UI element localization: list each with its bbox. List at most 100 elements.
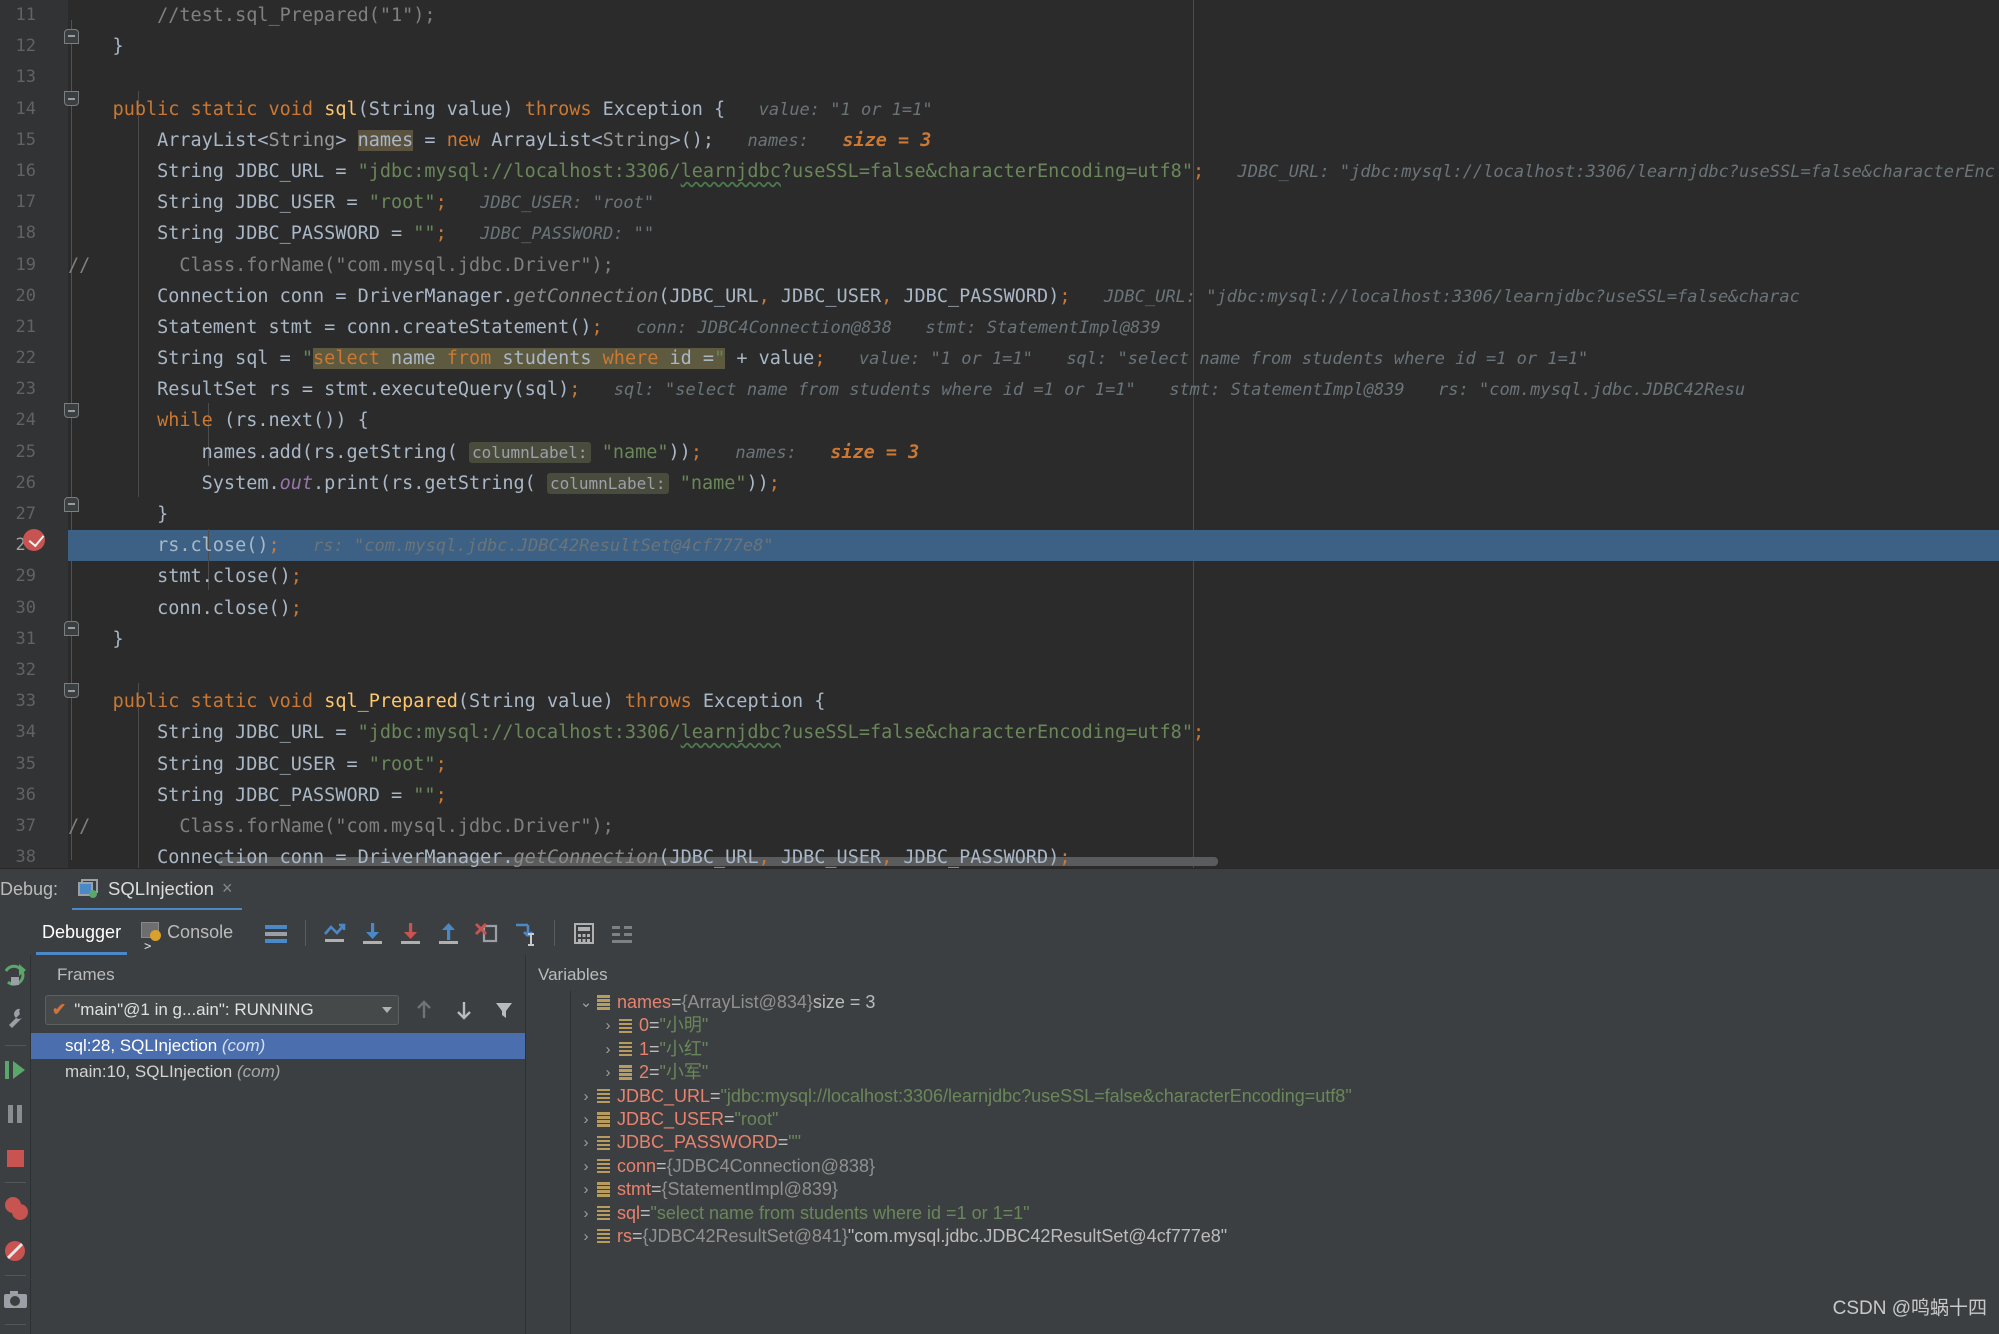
- variable-row[interactable]: › 0 = "小明": [571, 1014, 1999, 1037]
- variable-row[interactable]: › 2 = "小军": [571, 1061, 1999, 1084]
- code-line[interactable]: String sql = "select name from students …: [68, 343, 1999, 374]
- code-text-area[interactable]: //test.sql_Prepared("1"); } public stati…: [68, 0, 1999, 868]
- line-number: 38: [15, 847, 36, 868]
- editor-gutter[interactable]: 1112131415161718192021222324252627282930…: [0, 0, 79, 868]
- variable-row[interactable]: › sql = "select name from students where …: [571, 1202, 1999, 1225]
- code-line[interactable]: [68, 62, 1999, 93]
- resume-program-icon[interactable]: [0, 1048, 31, 1092]
- show-execution-point-icon[interactable]: [316, 914, 354, 952]
- code-line[interactable]: ResultSet rs = stmt.executeQuery(sql); s…: [68, 374, 1999, 405]
- filter-icon[interactable]: [489, 995, 519, 1025]
- step-over-icon[interactable]: [354, 914, 392, 952]
- line-number: 24: [15, 410, 36, 431]
- code-line[interactable]: public static void sql(String value) thr…: [68, 94, 1999, 125]
- stop-icon[interactable]: [0, 1136, 31, 1180]
- rail-separator: [5, 1182, 26, 1183]
- evaluate-expression-icon[interactable]: [565, 914, 603, 952]
- code-line[interactable]: [68, 655, 1999, 686]
- variable-value: "root": [734, 1108, 779, 1129]
- run-to-cursor-icon[interactable]: [506, 914, 544, 952]
- breakpoint-verified-icon[interactable]: [23, 529, 45, 551]
- step-into-icon[interactable]: [392, 914, 430, 952]
- code-line[interactable]: System.out.print(rs.getString( columnLab…: [68, 468, 1999, 499]
- debug-left-rail[interactable]: >>: [0, 955, 31, 1334]
- debugger-toolbar[interactable]: Debugger > Console: [0, 910, 1999, 955]
- tab-debugger[interactable]: Debugger: [32, 910, 131, 955]
- code-line[interactable]: public static void sql_Prepared(String v…: [68, 686, 1999, 717]
- drop-frame-icon[interactable]: [468, 914, 506, 952]
- tab-console[interactable]: > Console: [131, 910, 243, 955]
- chevron-down-icon[interactable]: [382, 1007, 392, 1013]
- code-line[interactable]: // Class.forName("com.mysql.jdbc.Driver"…: [68, 811, 1999, 842]
- variable-row[interactable]: › rs = {JDBC42ResultSet@841} "com.mysql.j…: [571, 1225, 1999, 1248]
- code-line[interactable]: String JDBC_USER = "root"; JDBC_USER: "r…: [68, 187, 1999, 218]
- equals-sign: =: [632, 1225, 643, 1246]
- frame-item[interactable]: main:10, SQLInjection (com): [31, 1059, 525, 1085]
- mute-breakpoints-icon[interactable]: [0, 1229, 31, 1273]
- chevron-right-icon[interactable]: ›: [597, 1038, 619, 1061]
- frame-up-icon[interactable]: [409, 995, 439, 1025]
- thread-selector-row[interactable]: ✔ "main"@1 in g...ain": RUNNING: [31, 993, 525, 1027]
- field-icon: [619, 1018, 632, 1034]
- view-breakpoints-icon[interactable]: [0, 1185, 31, 1229]
- pause-program-icon[interactable]: [0, 1092, 31, 1136]
- code-line[interactable]: }: [68, 499, 1999, 530]
- step-out-icon[interactable]: [430, 914, 468, 952]
- code-line[interactable]: ArrayList<String> names = new ArrayList<…: [68, 125, 1999, 156]
- code-line-current[interactable]: rs.close(); rs: "com.mysql.jdbc.JDBC42Re…: [68, 530, 1999, 562]
- code-line[interactable]: String JDBC_URL = "jdbc:mysql://localhos…: [68, 156, 1999, 187]
- code-line[interactable]: names.add(rs.getString( columnLabel: "na…: [68, 437, 1999, 468]
- chevron-right-icon[interactable]: ›: [575, 1202, 597, 1225]
- code-line[interactable]: Connection conn = DriverManager.getConne…: [68, 281, 1999, 312]
- line-numbers: 1112131415161718192021222324252627282930…: [0, 0, 40, 868]
- variable-row[interactable]: › 1 = "小红": [571, 1038, 1999, 1061]
- rerun-icon[interactable]: [0, 955, 31, 999]
- code-line[interactable]: }: [68, 624, 1999, 655]
- chevron-right-icon[interactable]: ›: [575, 1108, 597, 1131]
- layout-settings-icon[interactable]: [257, 914, 295, 952]
- debug-session-icon: [78, 878, 100, 899]
- close-icon[interactable]: ×: [222, 878, 233, 899]
- code-line[interactable]: String JDBC_URL = "jdbc:mysql://localhos…: [68, 717, 1999, 748]
- code-line[interactable]: Statement stmt = conn.createStatement();…: [68, 312, 1999, 343]
- code-lines[interactable]: //test.sql_Prepared("1"); } public stati…: [68, 0, 1999, 868]
- variables-tree[interactable]: ⌄ names = {ArrayList@834} size = 3 › 0 = "小…: [570, 991, 1999, 1334]
- code-editor[interactable]: 1112131415161718192021222324252627282930…: [0, 0, 1999, 868]
- code-line[interactable]: String JDBC_USER = "root";: [68, 749, 1999, 780]
- code-line[interactable]: stmt.close();: [68, 561, 1999, 592]
- chevron-right-icon[interactable]: ›: [575, 1178, 597, 1201]
- chevron-right-icon[interactable]: ›: [597, 1061, 619, 1084]
- chevron-down-icon[interactable]: ⌄: [575, 991, 597, 1014]
- settings-gear-icon[interactable]: [0, 1327, 31, 1334]
- code-line[interactable]: //test.sql_Prepared("1");: [68, 0, 1999, 31]
- code-line[interactable]: // Class.forName("com.mysql.jdbc.Driver"…: [68, 250, 1999, 281]
- code-line[interactable]: while (rs.next()) {: [68, 405, 1999, 436]
- frame-down-icon[interactable]: [449, 995, 479, 1025]
- settings-icon[interactable]: [603, 914, 641, 952]
- code-line[interactable]: String JDBC_PASSWORD = ""; JDBC_PASSWORD…: [68, 218, 1999, 249]
- variable-row[interactable]: › JDBC_USER = "root": [571, 1108, 1999, 1131]
- chevron-right-icon[interactable]: ›: [575, 1155, 597, 1178]
- variable-row[interactable]: › JDBC_PASSWORD = "": [571, 1131, 1999, 1154]
- variable-row[interactable]: › JDBC_URL = "jdbc:mysql://localhost:3306…: [571, 1085, 1999, 1108]
- line-number: 29: [15, 566, 36, 587]
- chevron-right-icon[interactable]: ›: [597, 1014, 619, 1037]
- debug-session-tab[interactable]: SQLInjection ×: [72, 869, 243, 911]
- chevron-right-icon[interactable]: ›: [575, 1225, 597, 1248]
- frame-item[interactable]: sql:28, SQLInjection (com): [31, 1033, 525, 1059]
- code-line[interactable]: conn.close();: [68, 593, 1999, 624]
- variable-row[interactable]: ⌄ names = {ArrayList@834} size = 3: [571, 991, 1999, 1014]
- camera-icon[interactable]: [0, 1278, 31, 1322]
- field-icon: [619, 1041, 632, 1057]
- chevron-right-icon[interactable]: ›: [575, 1131, 597, 1154]
- code-line[interactable]: String JDBC_PASSWORD = "";: [68, 780, 1999, 811]
- code-line[interactable]: Connection conn = DriverManager.getConne…: [68, 842, 1999, 868]
- edit-configuration-icon[interactable]: [0, 999, 31, 1043]
- thread-dropdown[interactable]: ✔ "main"@1 in g...ain": RUNNING: [45, 995, 399, 1025]
- chevron-right-icon[interactable]: ›: [575, 1085, 597, 1108]
- code-line[interactable]: }: [68, 31, 1999, 62]
- check-icon: ✔: [52, 1000, 67, 1019]
- frames-list[interactable]: sql:28, SQLInjection (com) main:10, SQLIn…: [31, 1033, 525, 1085]
- variable-row[interactable]: › conn = {JDBC4Connection@838}: [571, 1155, 1999, 1178]
- variable-row[interactable]: › stmt = {StatementImpl@839}: [571, 1178, 1999, 1201]
